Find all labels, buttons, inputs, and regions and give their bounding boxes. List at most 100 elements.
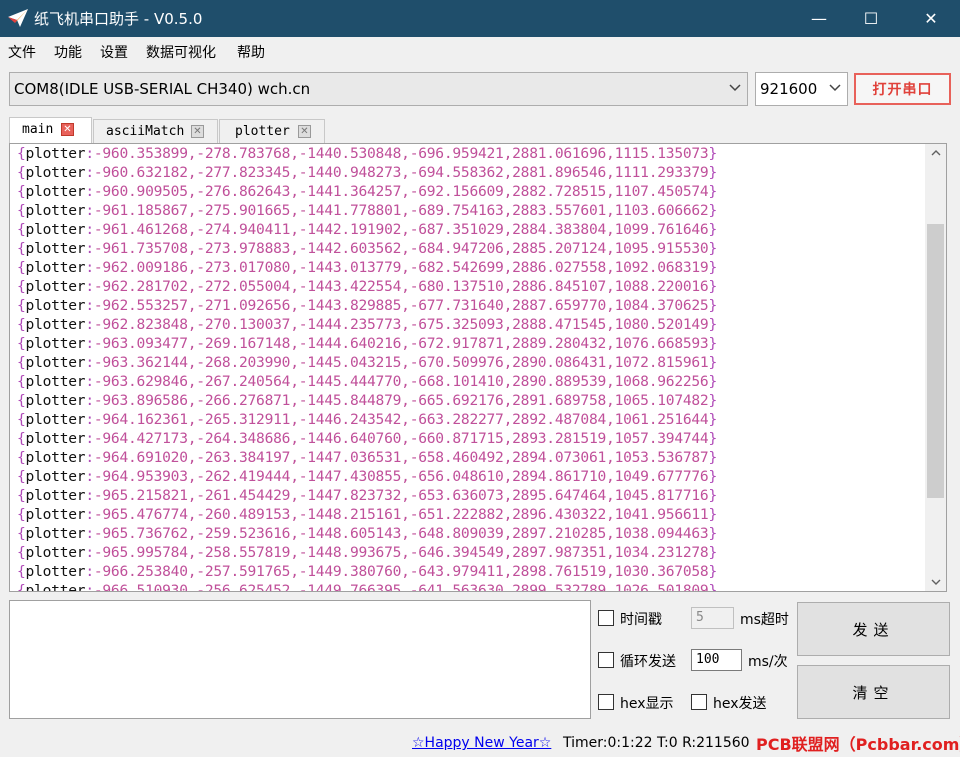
- log-line-colon: :: [85, 487, 94, 504]
- log-line-name: plotter: [25, 354, 86, 371]
- log-line-colon: :: [85, 354, 94, 371]
- log-line-close-brace: }: [708, 145, 718, 162]
- log-line-close-brace: }: [708, 392, 718, 409]
- log-line: {plotter:-964.691020,-263.384197,-1447.0…: [17, 448, 717, 467]
- baud-rate-select[interactable]: 921600: [755, 72, 848, 106]
- log-line: {plotter:-962.823848,-270.130037,-1444.2…: [17, 315, 717, 334]
- log-line-name: plotter: [25, 544, 86, 561]
- log-line-open-brace: {: [17, 297, 26, 314]
- log-line-colon: :: [85, 164, 94, 181]
- log-line-open-brace: {: [17, 221, 26, 238]
- close-icon[interactable]: ✕: [61, 123, 74, 136]
- log-line: {plotter:-962.009186,-273.017080,-1443.0…: [17, 258, 717, 277]
- port-select-value: COM8(IDLE USB-SERIAL CH340) wch.cn: [14, 80, 311, 98]
- log-line-values: -960.909505,-276.862643,-1441.364257,-69…: [93, 183, 709, 200]
- log-line-open-brace: {: [17, 582, 26, 592]
- open-port-button[interactable]: 打开串口: [854, 73, 951, 105]
- log-line-name: plotter: [25, 297, 86, 314]
- minimize-button[interactable]: —: [793, 0, 845, 37]
- send-input[interactable]: [9, 600, 591, 719]
- tab-main[interactable]: main ✕: [9, 117, 92, 143]
- log-line: {plotter:-964.427173,-264.348686,-1446.6…: [17, 429, 717, 448]
- close-button[interactable]: ✕: [905, 0, 957, 37]
- log-line-values: -962.281702,-272.055004,-1443.422554,-68…: [93, 278, 709, 295]
- chevron-down-icon: [729, 84, 741, 92]
- log-line-close-brace: }: [708, 202, 718, 219]
- menu-function[interactable]: 功能: [54, 42, 82, 62]
- send-button[interactable]: 发送: [797, 602, 950, 656]
- log-line-values: -960.353899,-278.783768,-1440.530848,-69…: [93, 145, 709, 162]
- loop-interval-input[interactable]: 100: [691, 649, 742, 671]
- log-line: {plotter:-966.510930,-256.625452,-1449.7…: [17, 581, 717, 592]
- log-line-close-brace: }: [708, 449, 718, 466]
- scroll-down-icon[interactable]: [925, 573, 946, 591]
- tab-asciimatch[interactable]: asciiMatch ✕: [93, 119, 218, 143]
- menu-file[interactable]: 文件: [8, 42, 36, 62]
- log-line-values: -964.691020,-263.384197,-1447.036531,-65…: [93, 449, 709, 466]
- log-line-close-brace: }: [708, 468, 718, 485]
- scroll-up-icon[interactable]: [925, 144, 946, 162]
- log-line-close-brace: }: [708, 164, 718, 181]
- log-line-name: plotter: [25, 164, 86, 181]
- menu-settings[interactable]: 设置: [100, 42, 128, 62]
- log-line-colon: :: [85, 506, 94, 523]
- log-line-open-brace: {: [17, 392, 26, 409]
- log-line-name: plotter: [25, 582, 86, 592]
- port-select[interactable]: COM8(IDLE USB-SERIAL CH340) wch.cn: [9, 72, 748, 106]
- happy-new-year-link[interactable]: ☆Happy New Year☆: [412, 735, 551, 751]
- log-line-colon: :: [85, 544, 94, 561]
- tab-plotter[interactable]: plotter ✕: [219, 119, 325, 143]
- log-line-colon: :: [85, 582, 94, 592]
- log-line-close-brace: }: [708, 487, 718, 504]
- timeout-input[interactable]: 5: [691, 607, 734, 629]
- hex-display-checkbox[interactable]: [598, 694, 614, 710]
- log-line-name: plotter: [25, 373, 86, 390]
- log-line-values: -965.476774,-260.489153,-1448.215161,-65…: [93, 506, 709, 523]
- log-line-close-brace: }: [708, 259, 718, 276]
- log-line-colon: :: [85, 278, 94, 295]
- close-icon[interactable]: ✕: [191, 125, 204, 138]
- loop-send-checkbox[interactable]: [598, 652, 614, 668]
- log-line: {plotter:-961.735708,-273.978883,-1442.6…: [17, 239, 717, 258]
- log-line-values: -963.629846,-267.240564,-1445.444770,-66…: [93, 373, 709, 390]
- log-line-colon: :: [85, 145, 94, 162]
- log-line-name: plotter: [25, 487, 86, 504]
- log-line: {plotter:-961.461268,-274.940411,-1442.1…: [17, 220, 717, 239]
- maximize-button[interactable]: ☐: [845, 0, 897, 37]
- menu-bar: 文件 功能 设置 数据可视化 帮助: [0, 37, 960, 65]
- close-icon[interactable]: ✕: [298, 125, 311, 138]
- log-line: {plotter:-965.476774,-260.489153,-1448.2…: [17, 505, 717, 524]
- scrollbar-thumb[interactable]: [927, 224, 944, 498]
- log-line: {plotter:-965.995784,-258.557819,-1448.9…: [17, 543, 717, 562]
- tab-asciimatch-label: asciiMatch: [106, 124, 185, 139]
- log-line-colon: :: [85, 297, 94, 314]
- log-line: {plotter:-965.736762,-259.523616,-1448.6…: [17, 524, 717, 543]
- log-line-open-brace: {: [17, 145, 26, 162]
- timestamp-checkbox[interactable]: [598, 610, 614, 626]
- log-line-open-brace: {: [17, 487, 26, 504]
- hex-send-checkbox[interactable]: [691, 694, 707, 710]
- log-line: {plotter:-965.215821,-261.454429,-1447.8…: [17, 486, 717, 505]
- close-icon: ✕: [924, 9, 938, 28]
- log-scrollbar[interactable]: [925, 144, 946, 591]
- log-line-close-brace: }: [708, 240, 718, 257]
- watermark: PCB联盟网（Pcbbar.com）: [756, 735, 960, 754]
- menu-help[interactable]: 帮助: [237, 42, 265, 62]
- log-line-colon: :: [85, 392, 94, 409]
- log-line-name: plotter: [25, 449, 86, 466]
- log-line-close-brace: }: [708, 563, 718, 580]
- log-line-open-brace: {: [17, 449, 26, 466]
- clear-button[interactable]: 清空: [797, 665, 950, 719]
- chevron-down-icon: [829, 84, 841, 92]
- timeout-unit-label: ms超时: [740, 612, 789, 628]
- status-stats: Timer:0:1:22 T:0 R:211560: [563, 735, 750, 751]
- log-line: {plotter:-962.553257,-271.092656,-1443.8…: [17, 296, 717, 315]
- log-line-colon: :: [85, 525, 94, 542]
- log-line-name: plotter: [25, 183, 86, 200]
- log-line-values: -964.162361,-265.312911,-1446.243542,-66…: [93, 411, 709, 428]
- log-line-colon: :: [85, 335, 94, 352]
- tab-main-label: main: [22, 122, 54, 137]
- log-line: {plotter:-962.281702,-272.055004,-1443.4…: [17, 277, 717, 296]
- receive-log[interactable]: {plotter:-960.353899,-278.783768,-1440.5…: [9, 143, 947, 592]
- menu-data-visualization[interactable]: 数据可视化: [146, 42, 216, 62]
